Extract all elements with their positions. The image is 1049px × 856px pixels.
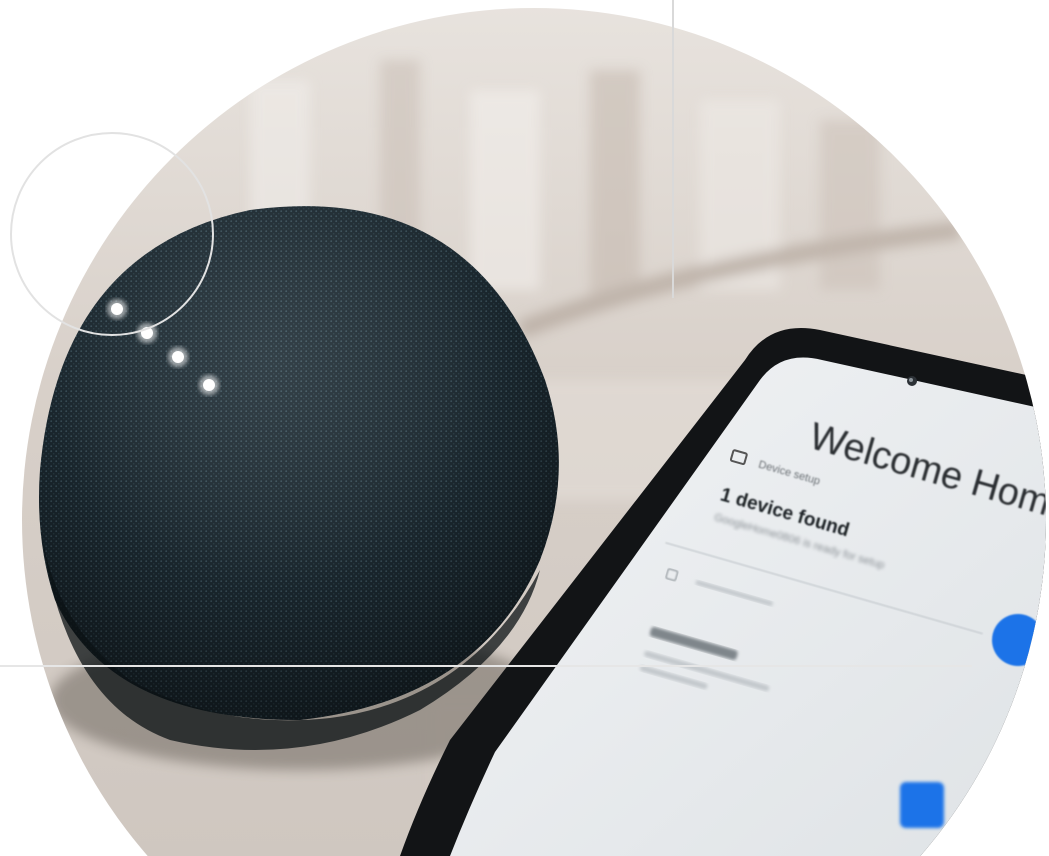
decorative-ring (10, 132, 214, 336)
photo-svg: Welcome Home Device setup 1 device found… (22, 8, 1046, 856)
hero-photo: Welcome Home Device setup 1 device found… (0, 0, 1049, 856)
decorative-horizontal-line (0, 665, 972, 667)
decorative-vertical-line (672, 0, 674, 298)
setup-action-button (992, 614, 1044, 666)
blurred-blue-button (900, 782, 944, 828)
